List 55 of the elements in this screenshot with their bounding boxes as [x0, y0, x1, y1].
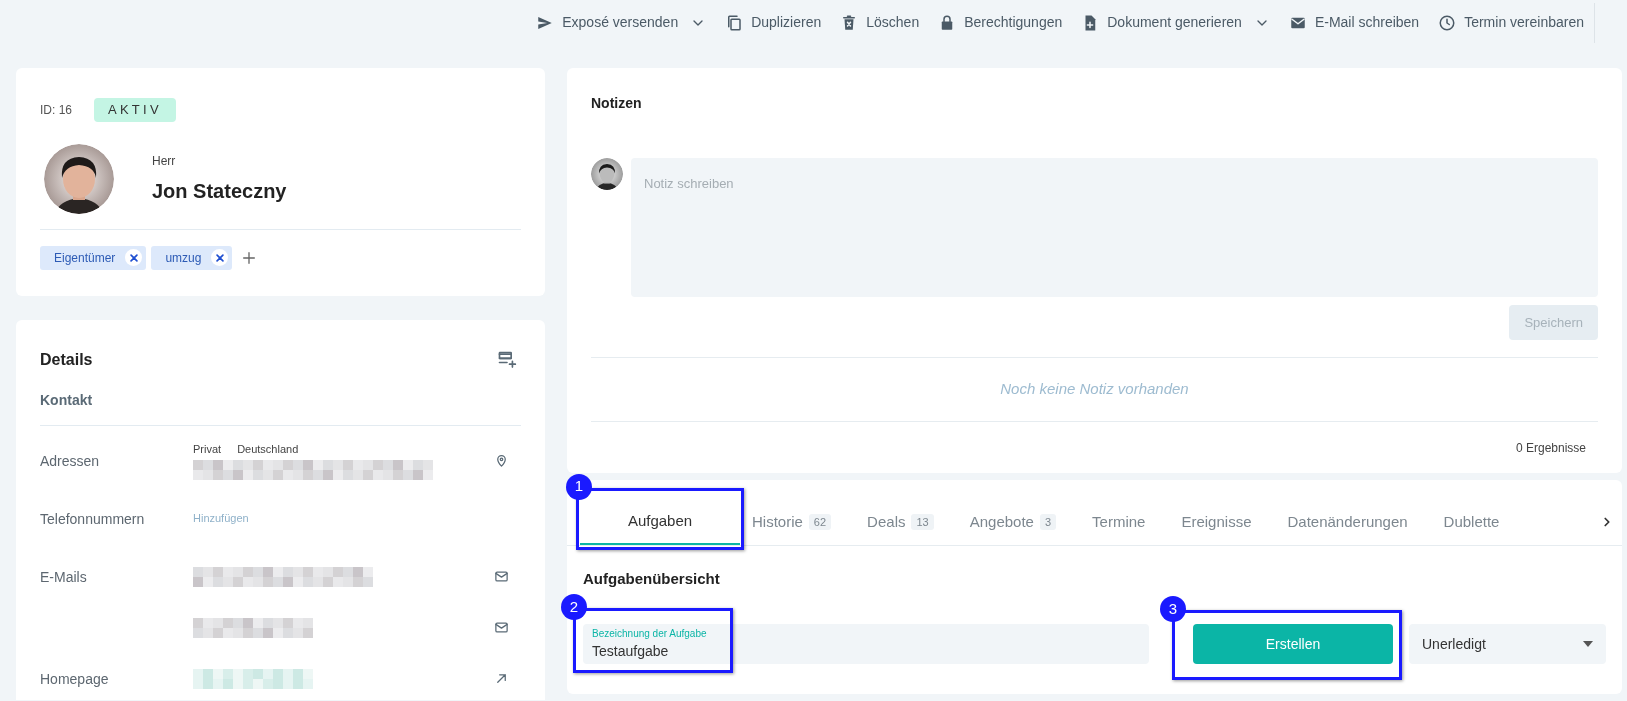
caret-icon	[1583, 641, 1593, 647]
notes-title: Notizen	[591, 94, 643, 113]
add-icon	[241, 249, 258, 266]
contact-name: Jon Stateczny	[152, 178, 287, 204]
callout-number: 1	[566, 473, 592, 500]
status-badge: AKTIV	[94, 98, 176, 122]
callout-number: 3	[1160, 596, 1186, 622]
remove-tag-button[interactable]	[125, 249, 143, 266]
field-label: E-Mails	[40, 568, 87, 585]
callout-number: 2	[561, 594, 587, 620]
external-link-icon	[494, 671, 509, 686]
address-type: Privat	[193, 442, 222, 458]
tab[interactable]: Datenänderungen	[1275, 499, 1420, 545]
field-label: Adressen	[40, 452, 100, 469]
tab[interactable]: Deals 13	[855, 499, 946, 545]
mail-icon	[494, 569, 509, 584]
tab[interactable]: Ereignisse	[1169, 499, 1264, 545]
toolbar-action[interactable]: Termin vereinbaren	[1438, 12, 1584, 33]
tab[interactable]: Angebote 3	[957, 499, 1069, 545]
toolbar-action[interactable]: E-Mail schreiben	[1288, 12, 1420, 33]
count-badge: 62	[808, 513, 832, 531]
tag-label: Eigentümer	[54, 249, 116, 267]
tag-label: umzug	[165, 249, 202, 267]
tab[interactable]: Aufgaben	[580, 499, 740, 545]
salutation: Herr	[152, 152, 177, 170]
close-icon	[214, 252, 225, 263]
field-label: Telefonnummern	[40, 510, 145, 527]
toolbar-action[interactable]: Löschen	[840, 12, 920, 33]
toolbar-action[interactable]: Dokument generieren	[1081, 12, 1270, 33]
add-list-icon	[497, 349, 517, 370]
mail-icon	[494, 620, 509, 635]
tab[interactable]: Termine	[1080, 499, 1158, 545]
toolbar-action[interactable]: Duplizieren	[725, 12, 822, 33]
toolbar-action[interactable]: Berechtigungen	[938, 12, 1063, 33]
section-title: Kontakt	[40, 390, 94, 410]
tasks-title: Aufgabenübersicht	[583, 568, 721, 589]
count-badge: 3	[1039, 513, 1057, 531]
tab[interactable]: Dublette	[1431, 499, 1512, 545]
field-label: Homepage	[40, 670, 109, 687]
field-label: Bezeichnung der Aufgabe	[592, 627, 707, 641]
details-title: Details	[40, 349, 93, 370]
remove-tag-button[interactable]	[211, 249, 229, 266]
copy-icon	[725, 13, 744, 32]
address-country: Deutschland	[237, 442, 299, 458]
count-badge: 13	[911, 513, 934, 531]
note-input[interactable]: Notiz schreiben	[631, 158, 1598, 297]
tab[interactable]: Historie 62	[740, 499, 844, 545]
result-count: 0 Ergebnisse	[1515, 439, 1586, 457]
status-select[interactable]: Unerledigt	[1409, 624, 1606, 664]
contact-id: ID: 16	[40, 101, 72, 119]
toolbar-action[interactable]: Exposé versenden	[536, 12, 707, 33]
close-icon	[128, 252, 139, 263]
empty-notes-message: Noch keine Notiz vorhanden	[999, 379, 1190, 399]
clock-icon	[1438, 13, 1457, 32]
location-pin-icon	[494, 453, 509, 468]
